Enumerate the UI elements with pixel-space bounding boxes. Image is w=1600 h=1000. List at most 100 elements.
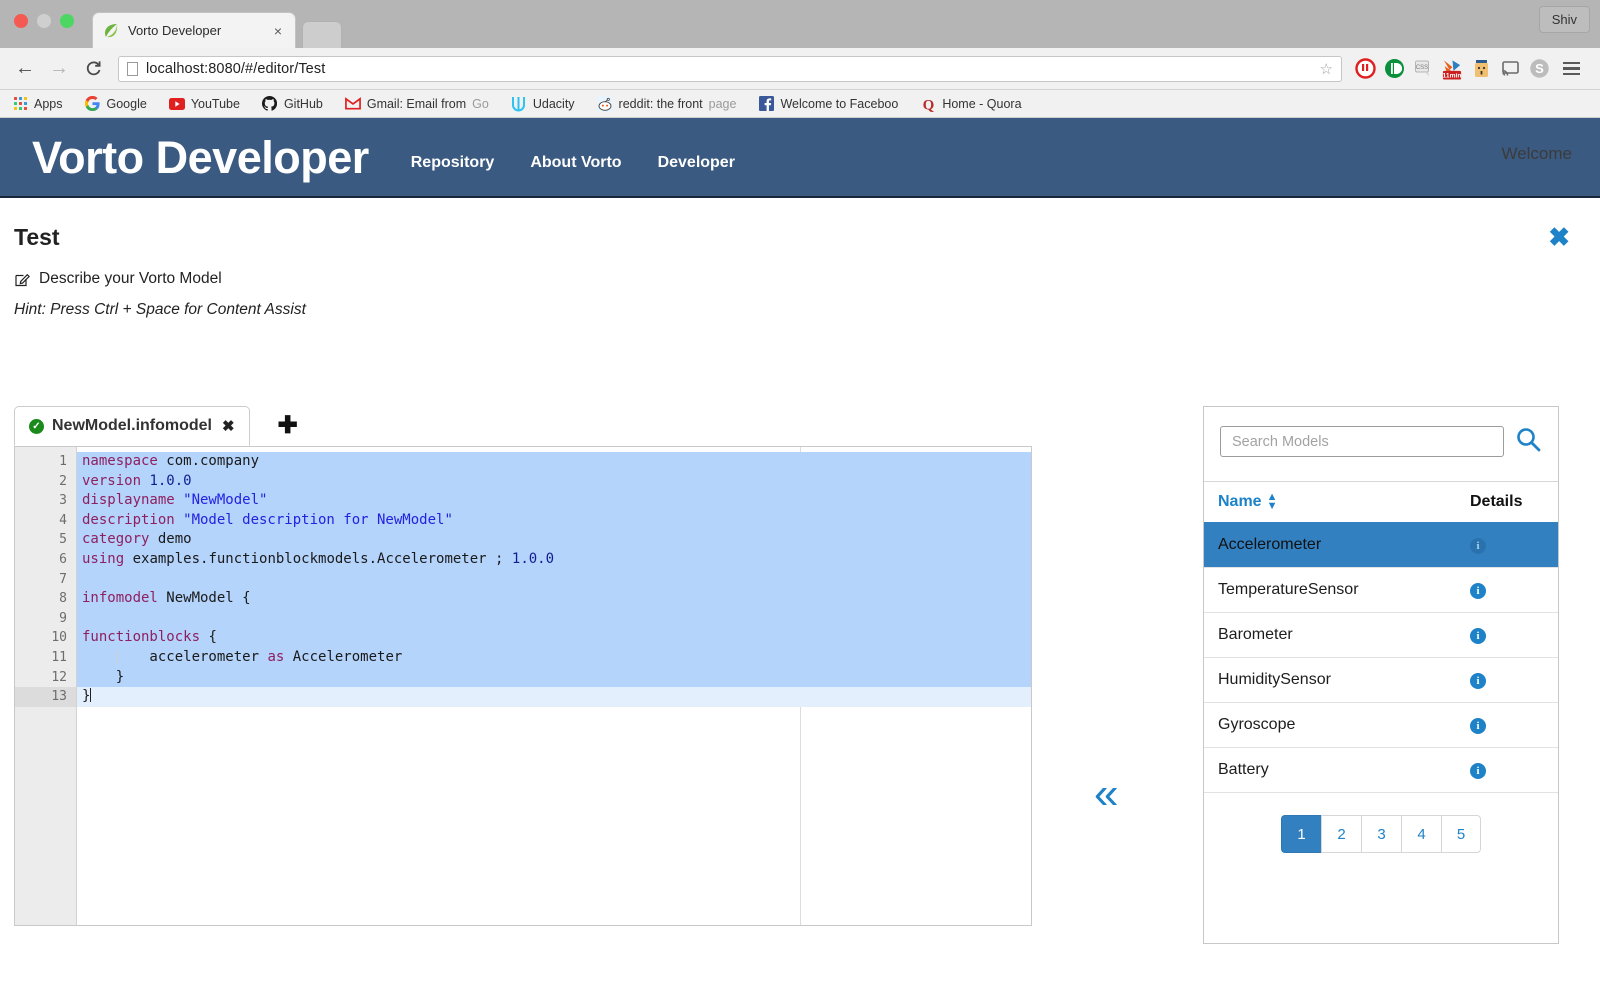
bookmark-facebook[interactable]: Welcome to Faceboo xyxy=(758,96,898,112)
bookmark-youtube[interactable]: YouTube xyxy=(168,96,240,112)
close-icon[interactable]: × xyxy=(271,24,285,38)
code-line[interactable]: accelerometer as Accelerometer xyxy=(77,647,1031,668)
bookmark-label: reddit: the front xyxy=(618,96,703,111)
code-lines[interactable]: namespace com.company version 1.0.0 displa… xyxy=(77,447,1031,707)
model-row[interactable]: Gyroscope i xyxy=(1204,702,1558,747)
bookmark-label: Home - Quora xyxy=(942,96,1022,111)
maximize-window-button[interactable] xyxy=(60,14,74,28)
code-line[interactable]: version 1.0.0 xyxy=(77,471,1031,492)
page-button[interactable]: 4 xyxy=(1401,815,1441,853)
browser-tab-vorto-developer[interactable]: Vorto Developer × xyxy=(92,12,296,48)
bookmark-star-icon[interactable]: ☆ xyxy=(1320,60,1333,78)
line-number: 4 xyxy=(59,512,67,528)
nav-item-repository[interactable]: Repository xyxy=(411,154,495,172)
bookmark-udacity[interactable]: Udacity xyxy=(511,96,575,112)
page-button[interactable]: 1 xyxy=(1281,815,1321,853)
adblock-icon[interactable] xyxy=(1354,58,1376,80)
code-token: } xyxy=(82,688,91,705)
model-row[interactable]: TemperatureSensor i xyxy=(1204,567,1558,612)
info-icon[interactable]: i xyxy=(1470,673,1486,689)
code-line[interactable]: description "Model description for NewMo… xyxy=(77,510,1031,531)
code-line[interactable]: } xyxy=(77,667,1031,688)
model-row[interactable]: HumiditySensor i xyxy=(1204,657,1558,702)
code-token: displayname xyxy=(82,492,175,509)
code-token: Accelerometer xyxy=(284,648,403,665)
forward-icon[interactable]: → xyxy=(44,54,74,84)
bookmarks-bar: Apps Google YouTube GitHub Gmail: Email xyxy=(0,90,1600,118)
collapse-panel-button[interactable]: « xyxy=(1094,772,1119,816)
code-line[interactable]: using examples.functionblockmodels.Accel… xyxy=(77,549,1031,570)
bookmark-label-truncated: page xyxy=(708,96,737,111)
line-number-gutter: 1 2 3 4 5 6 7 8 9 10 11 12 13 xyxy=(15,447,77,925)
nav-item-about-vorto[interactable]: About Vorto xyxy=(530,154,621,172)
code-line[interactable] xyxy=(77,608,1031,629)
reload-icon[interactable] xyxy=(78,54,108,84)
sort-arrows-icon[interactable]: ▲ ▼ xyxy=(1267,491,1278,511)
close-window-button[interactable] xyxy=(14,14,28,28)
line-number: 10 xyxy=(51,630,67,646)
bookmark-gmail[interactable]: Gmail: Email from Go xyxy=(344,96,489,112)
firebug-icon[interactable]: 11min xyxy=(1441,58,1463,80)
code-area[interactable]: 1 2 3 4 5 6 7 8 9 10 11 12 13 namespace com.company v… xyxy=(14,446,1032,926)
page-button[interactable]: 2 xyxy=(1321,815,1361,853)
cast-icon[interactable] xyxy=(1499,58,1521,80)
model-row[interactable]: Battery i xyxy=(1204,747,1558,792)
main-navigation: Repository About Vorto Developer xyxy=(411,154,735,172)
bookmark-label-truncated: Go xyxy=(472,96,489,111)
info-icon[interactable]: i xyxy=(1470,718,1486,734)
new-tab-button[interactable] xyxy=(302,21,342,48)
code-token: version xyxy=(82,472,142,489)
search-input[interactable] xyxy=(1220,426,1504,457)
css-icon[interactable]: CSS xyxy=(1412,58,1434,80)
code-token: { xyxy=(200,629,217,646)
info-icon[interactable]: i xyxy=(1470,538,1486,554)
code-line[interactable]: infomodel NewModel { xyxy=(77,589,1031,609)
bookmark-apps[interactable]: Apps xyxy=(12,96,63,112)
code-token: examples.functionblockmodels.Acceleromet… xyxy=(124,550,512,567)
gmail-icon xyxy=(344,96,361,112)
bookmark-label: Udacity xyxy=(532,96,575,111)
page-info-icon[interactable] xyxy=(127,61,138,76)
site-brand[interactable]: Vorto Developer xyxy=(32,135,369,180)
code-pane[interactable]: namespace com.company version 1.0.0 displa… xyxy=(77,447,1031,925)
search-icon[interactable] xyxy=(1514,425,1542,458)
code-line[interactable]: category demo xyxy=(77,530,1031,550)
address-bar[interactable]: localhost:8080/#/editor/Test ☆ xyxy=(118,55,1342,82)
close-icon[interactable]: ✖ xyxy=(222,417,235,435)
code-line[interactable] xyxy=(77,569,1031,590)
back-icon[interactable]: ← xyxy=(10,54,40,84)
model-row[interactable]: Barometer i xyxy=(1204,612,1558,657)
code-token: using xyxy=(82,550,125,567)
tab-strip: Vorto Developer × xyxy=(92,12,342,48)
svg-text:S: S xyxy=(1535,61,1544,76)
pocket-icon[interactable] xyxy=(1470,58,1492,80)
minimize-window-button[interactable] xyxy=(37,14,51,28)
bookmark-reddit[interactable]: reddit: the front page xyxy=(596,95,737,112)
code-line[interactable]: displayname "NewModel" xyxy=(77,491,1031,511)
code-line[interactable]: namespace com.company xyxy=(77,452,1031,472)
editor-tab-newmodel-infomodel[interactable]: ✓ NewModel.infomodel ✖ xyxy=(14,406,250,446)
page-button[interactable]: 5 xyxy=(1441,815,1481,853)
bookmark-google[interactable]: Google xyxy=(85,96,147,112)
bookmark-github[interactable]: GitHub xyxy=(262,96,323,112)
browser-menu-icon[interactable] xyxy=(1557,61,1586,76)
bookmark-label: Gmail: Email from xyxy=(366,96,467,111)
code-line[interactable]: functionblocks { xyxy=(77,628,1031,648)
model-row[interactable]: Accelerometer i xyxy=(1204,522,1558,567)
youtube-icon xyxy=(168,96,185,112)
profile-button[interactable]: Shiv xyxy=(1538,6,1590,33)
window-controls xyxy=(14,14,74,28)
bookmark-quora[interactable]: Q Home - Quora xyxy=(920,96,1021,112)
info-icon[interactable]: i xyxy=(1470,763,1486,779)
editor-tabs: ✓ NewModel.infomodel ✖ ✚ xyxy=(14,406,1032,446)
info-icon[interactable]: i xyxy=(1470,628,1486,644)
lastpass-icon[interactable] xyxy=(1383,58,1405,80)
column-header-name[interactable]: Name ▲ ▼ xyxy=(1218,491,1470,511)
add-tab-button[interactable]: ✚ xyxy=(278,411,298,440)
code-line[interactable]: } xyxy=(77,687,1031,707)
nav-item-developer[interactable]: Developer xyxy=(658,154,735,172)
page-button[interactable]: 3 xyxy=(1361,815,1401,853)
info-icon[interactable]: i xyxy=(1470,583,1486,599)
close-editor-button[interactable]: ✖ xyxy=(1548,224,1570,250)
skype-icon[interactable]: S xyxy=(1528,58,1550,80)
